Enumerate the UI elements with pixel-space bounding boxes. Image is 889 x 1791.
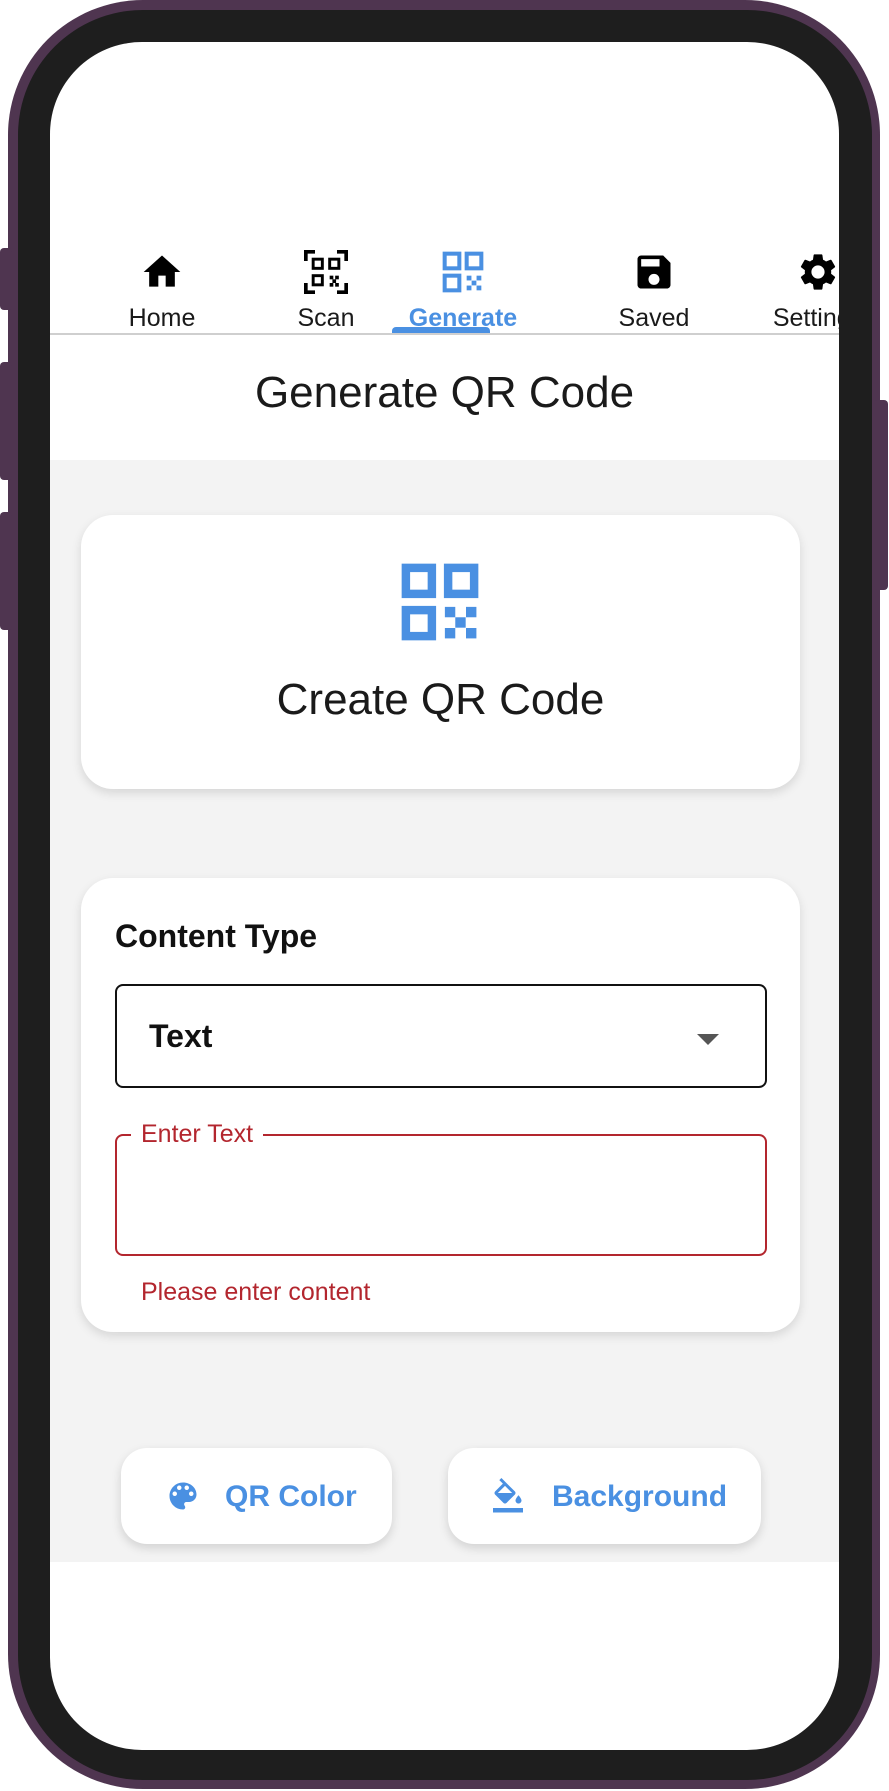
background-button[interactable]: Background: [448, 1448, 761, 1544]
content-type-dropdown[interactable]: Text: [115, 984, 767, 1088]
side-button-volume-down: [0, 512, 12, 630]
page-title: Generate QR Code: [254, 368, 635, 417]
qr-color-button[interactable]: QR Color: [121, 1448, 392, 1544]
home-icon: [143, 255, 181, 287]
tab-generate[interactable]: Generate: [408, 202, 518, 378]
palette-icon: [169, 1482, 197, 1510]
tab-label: Settings: [772, 304, 839, 332]
paint-bucket-icon: [493, 1478, 523, 1513]
qr-color-label: QR Color: [225, 1480, 357, 1513]
hero-title: Create QR Code: [276, 675, 605, 724]
enter-text-label: Enter Text: [131, 1120, 264, 1149]
qr-scan-icon: [304, 250, 348, 294]
tab-label: Home: [128, 304, 196, 332]
dropdown-arrow-icon: [697, 1034, 719, 1045]
tab-label: Scan: [297, 304, 355, 332]
content-type-value: Text: [149, 1018, 213, 1054]
qr-code-icon: [442, 251, 484, 293]
hero-card: Create QR Code: [81, 515, 800, 789]
side-button-volume-up: [0, 362, 12, 480]
tab-saved[interactable]: Saved: [572, 202, 736, 378]
enter-text-field[interactable]: Enter Text: [115, 1120, 767, 1256]
side-button-mute: [0, 248, 12, 310]
tab-label: Saved: [618, 304, 690, 332]
content-type-label: Content Type: [115, 918, 318, 954]
save-icon: [637, 255, 671, 289]
tab-scan[interactable]: Scan: [244, 202, 408, 378]
top-nav-bar: Home Scan Generate Saved Settin: [50, 202, 839, 378]
app-screen: Home Scan Generate Saved Settin Generate…: [50, 42, 839, 1750]
content-form-card: Content Type Text Enter Text Please ente…: [81, 878, 800, 1332]
background-label: Background: [552, 1480, 728, 1513]
side-button-power: [874, 400, 888, 590]
qr-code-icon: [401, 563, 479, 641]
field-error-message: Please enter content: [141, 1278, 371, 1306]
tab-settings[interactable]: Settings: [736, 202, 839, 378]
nav-divider: [50, 333, 839, 335]
gear-icon: [800, 254, 836, 290]
tab-home[interactable]: Home: [80, 202, 244, 378]
